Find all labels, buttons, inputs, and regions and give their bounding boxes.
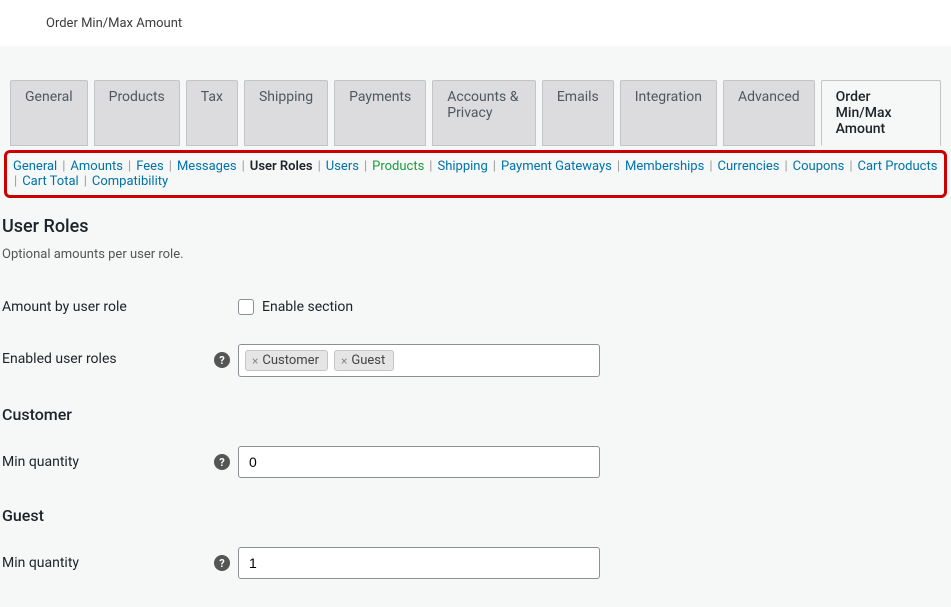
subnav-separator: | [166, 159, 175, 174]
guest-heading: Guest [2, 506, 951, 525]
subnav-separator: | [315, 159, 324, 174]
label-customer-min-qty: Min quantity [2, 454, 214, 470]
row-guest-min-qty: Min quantity ? [2, 547, 951, 579]
tab-advanced[interactable]: Advanced [723, 80, 815, 146]
help-enabled-roles: ? [214, 344, 238, 368]
tab-integration[interactable]: Integration [620, 80, 717, 146]
row-customer-min-qty: Min quantity ? [2, 446, 951, 478]
subnav-separator: | [361, 159, 370, 174]
subnav-separator: | [11, 174, 20, 189]
subnav-separator: | [846, 159, 855, 174]
subnav-memberships[interactable]: Memberships [623, 159, 706, 174]
customer-heading: Customer [2, 405, 951, 424]
subnav-shipping[interactable]: Shipping [435, 159, 489, 174]
subnav-payment-gateways[interactable]: Payment Gateways [499, 159, 614, 174]
enable-section-checkbox-label: Enable section [262, 299, 353, 315]
subnav-separator: | [59, 159, 68, 174]
section-description: Optional amounts per user role. [2, 247, 951, 262]
subnav-fees[interactable]: Fees [134, 159, 166, 174]
subnav-cart-products[interactable]: Cart Products [856, 159, 940, 174]
tab-order-min-max-amount[interactable]: Order Min/Max Amount [821, 80, 941, 146]
help-customer-min-qty: ? [214, 454, 238, 470]
subnav-compatibility[interactable]: Compatibility [90, 174, 170, 189]
subnav-highlight-box: General|Amounts|Fees|Messages|User Roles… [4, 150, 947, 198]
subnav-user-roles[interactable]: User Roles [248, 159, 315, 174]
subnav-separator: | [125, 159, 134, 174]
help-icon[interactable]: ? [214, 555, 230, 571]
enable-section-checkbox[interactable] [238, 299, 254, 315]
tab-payments[interactable]: Payments [334, 80, 426, 146]
section-heading: User Roles [2, 216, 951, 237]
tab-emails[interactable]: Emails [542, 80, 614, 146]
subnav-amounts[interactable]: Amounts [68, 159, 125, 174]
help-icon[interactable]: ? [214, 352, 230, 368]
subnav-products[interactable]: Products [370, 159, 426, 174]
chip-label: Customer [262, 353, 319, 368]
tab-shipping[interactable]: Shipping [244, 80, 328, 146]
role-chip-customer[interactable]: × Customer [245, 350, 328, 371]
guest-min-qty-input[interactable] [238, 547, 600, 579]
content: User Roles Optional amounts per user rol… [0, 198, 951, 607]
remove-chip-icon[interactable]: × [341, 354, 347, 368]
subnav: General|Amounts|Fees|Messages|User Roles… [11, 159, 940, 189]
subnav-separator: | [781, 159, 790, 174]
subnav-coupons[interactable]: Coupons [791, 159, 847, 174]
remove-chip-icon[interactable]: × [252, 354, 258, 368]
subnav-separator: | [81, 174, 90, 189]
help-guest-min-qty: ? [214, 555, 238, 571]
customer-min-qty-input[interactable] [238, 446, 600, 478]
label-amount-by-role: Amount by user role [2, 299, 214, 315]
chip-label: Guest [351, 353, 385, 368]
subnav-separator: | [706, 159, 715, 174]
subnav-separator: | [490, 159, 499, 174]
role-chip-guest[interactable]: × Guest [334, 350, 394, 371]
subnav-separator: | [426, 159, 435, 174]
row-amount-by-role: Amount by user role Enable section [2, 292, 951, 322]
subnav-users[interactable]: Users [324, 159, 361, 174]
help-icon[interactable]: ? [214, 454, 230, 470]
label-guest-min-qty: Min quantity [2, 555, 214, 571]
subnav-general[interactable]: General [11, 159, 59, 174]
row-enabled-roles: Enabled user roles ? × Customer × Guest [2, 344, 951, 377]
page-title: Order Min/Max Amount [46, 16, 182, 31]
enabled-user-roles-select[interactable]: × Customer × Guest [238, 344, 600, 377]
subnav-messages[interactable]: Messages [175, 159, 239, 174]
subnav-cart-total[interactable]: Cart Total [20, 174, 81, 189]
subnav-separator: | [614, 159, 623, 174]
subnav-separator: | [239, 159, 248, 174]
tab-accounts-privacy[interactable]: Accounts & Privacy [432, 80, 536, 146]
subnav-currencies[interactable]: Currencies [716, 159, 782, 174]
tabs-nav: GeneralProductsTaxShippingPaymentsAccoun… [0, 80, 951, 146]
page-header: Order Min/Max Amount [0, 0, 951, 46]
tab-general[interactable]: General [10, 80, 88, 146]
header-gap [0, 46, 951, 80]
label-enabled-roles: Enabled user roles [2, 344, 214, 367]
tab-products[interactable]: Products [94, 80, 180, 146]
tab-tax[interactable]: Tax [186, 80, 238, 146]
